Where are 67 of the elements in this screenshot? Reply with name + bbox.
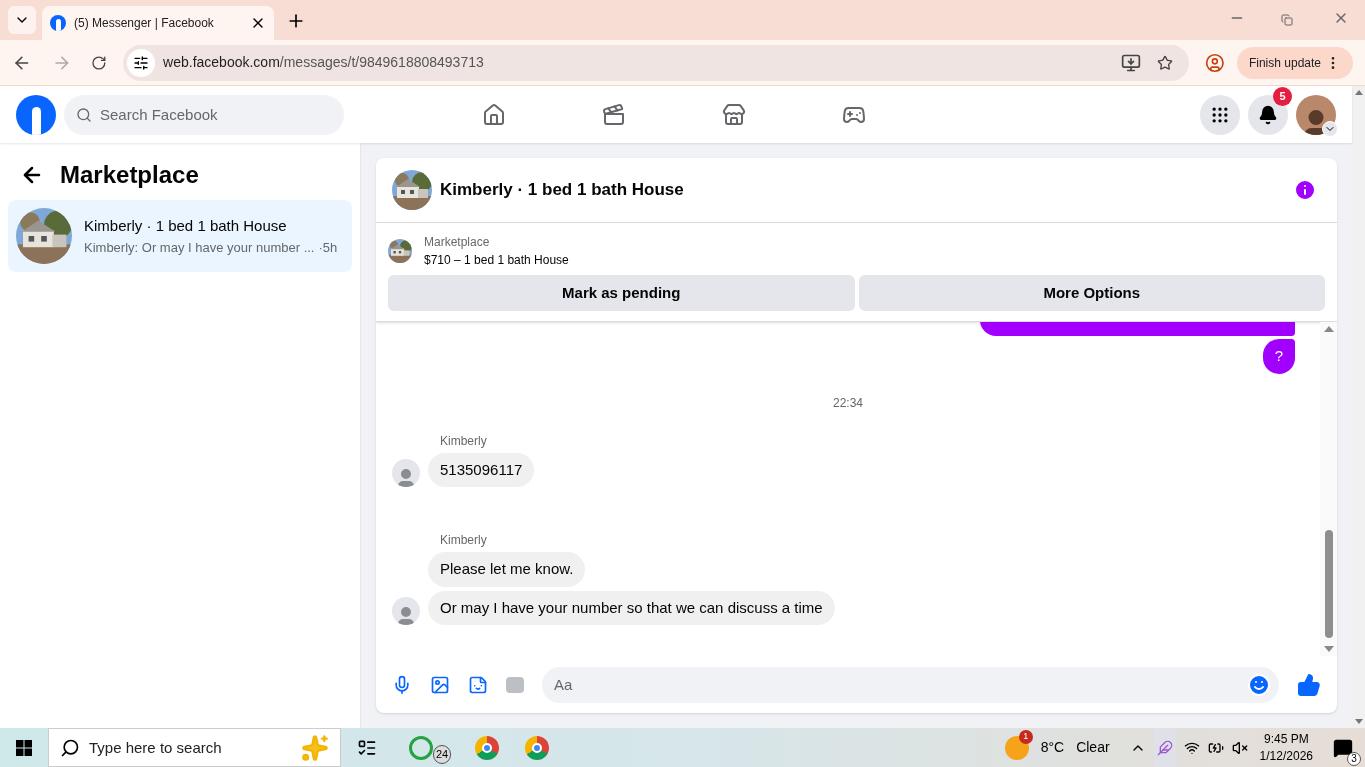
- message-field[interactable]: Aa: [542, 666, 1279, 703]
- facebook-logo[interactable]: [16, 94, 56, 135]
- weather-icon[interactable]: [1004, 735, 1029, 760]
- weather-temperature: 8°C: [1040, 738, 1065, 757]
- conversation-item[interactable]: Kimberly · 1 bed 1 bath House Kimberly: Or may I have your number ... ·5h: [8, 200, 352, 272]
- scrollbar[interactable]: [1320, 322, 1337, 656]
- home-icon[interactable]: [482, 102, 506, 127]
- avatar-icon: [392, 459, 420, 487]
- facebook-icon: [50, 15, 66, 31]
- clock[interactable]: 9:45 PM 1/12/2026: [1259, 730, 1313, 765]
- conversation-name: Kimberly · 1 bed 1 bath House: [84, 216, 288, 236]
- weather-condition: Clear: [1076, 738, 1110, 757]
- search-field[interactable]: Search Facebook: [64, 94, 344, 135]
- message-preview: Kimberly: Or may I have your number ...: [84, 238, 315, 257]
- tab-list-button[interactable]: [8, 6, 36, 34]
- tab-title: (5) Messenger | Facebook: [74, 15, 215, 32]
- action-button[interactable]: Mark as pending: [388, 275, 855, 311]
- profile-icon[interactable]: [1205, 52, 1225, 73]
- whatsapp-badge: 24: [433, 745, 452, 764]
- action-button[interactable]: More Options: [858, 275, 1325, 311]
- chrome-icon[interactable]: [475, 735, 500, 760]
- listing-title: $710 – 1 bed 1 bath House: [424, 252, 569, 269]
- browser-tab[interactable]: (5) Messenger | Facebook: [42, 6, 274, 40]
- bell-icon: [1258, 104, 1278, 125]
- info-icon[interactable]: [1293, 178, 1317, 202]
- chat-title: Kimberly · 1 bed 1 bath House: [440, 179, 684, 202]
- photo-icon[interactable]: [430, 674, 450, 695]
- bookmark-star-icon[interactable]: [1157, 54, 1174, 71]
- finish-update-button[interactable]: Finish update: [1236, 46, 1353, 79]
- address-bar[interactable]: web.facebook.com/messages/t/9849618808493713: [123, 44, 1190, 81]
- site-settings-icon[interactable]: [133, 54, 150, 71]
- video-icon[interactable]: [602, 102, 626, 127]
- message-bubble: Please let me know.: [428, 552, 586, 587]
- windows-logo: [16, 739, 32, 756]
- sender-name: Kimberly: [440, 532, 488, 549]
- sparkles-icon: [301, 734, 329, 762]
- weather-badge: 1: [1018, 729, 1033, 744]
- notification-badge: 5: [1273, 86, 1292, 106]
- feather-icon[interactable]: [1156, 739, 1173, 756]
- search-icon: [76, 106, 92, 123]
- notification-count: 3: [1347, 751, 1361, 766]
- search-icon: [60, 738, 80, 758]
- install-icon[interactable]: [1121, 52, 1142, 73]
- avatar-icon: [392, 597, 420, 625]
- timestamp: 22:34: [833, 394, 863, 412]
- restore-icon[interactable]: [1281, 14, 1293, 26]
- message-bubble: ?: [1262, 339, 1295, 374]
- page-scrollbar[interactable]: [1352, 86, 1365, 728]
- chrome-icon[interactable]: [525, 735, 550, 760]
- sidebar-title: Marketplace: [60, 160, 199, 190]
- reload-icon[interactable]: [91, 54, 108, 71]
- sticker-icon[interactable]: [468, 674, 488, 695]
- like-icon[interactable]: [1297, 672, 1321, 697]
- notifications-button[interactable]: [1248, 94, 1288, 135]
- taskbar-search-field[interactable]: Type here to search: [48, 728, 341, 767]
- notifications-icon[interactable]: [1333, 737, 1353, 758]
- listing-label: Marketplace: [424, 234, 491, 251]
- marketplace-icon[interactable]: [722, 102, 746, 127]
- sender-name: Kimberly: [440, 432, 488, 450]
- microphone-icon[interactable]: [392, 674, 412, 695]
- url-text: web.facebook.com/messages/t/9849618808493713: [163, 53, 485, 72]
- muted-speaker-icon[interactable]: [1231, 739, 1248, 756]
- message-bubble: 5135096117: [428, 452, 535, 487]
- message-bubble: Or may I have your number so that we can discuss a time: [428, 590, 835, 625]
- profile-avatar[interactable]: [1296, 94, 1336, 135]
- message-time: ·5h: [318, 238, 338, 257]
- menu-button[interactable]: [1200, 94, 1240, 135]
